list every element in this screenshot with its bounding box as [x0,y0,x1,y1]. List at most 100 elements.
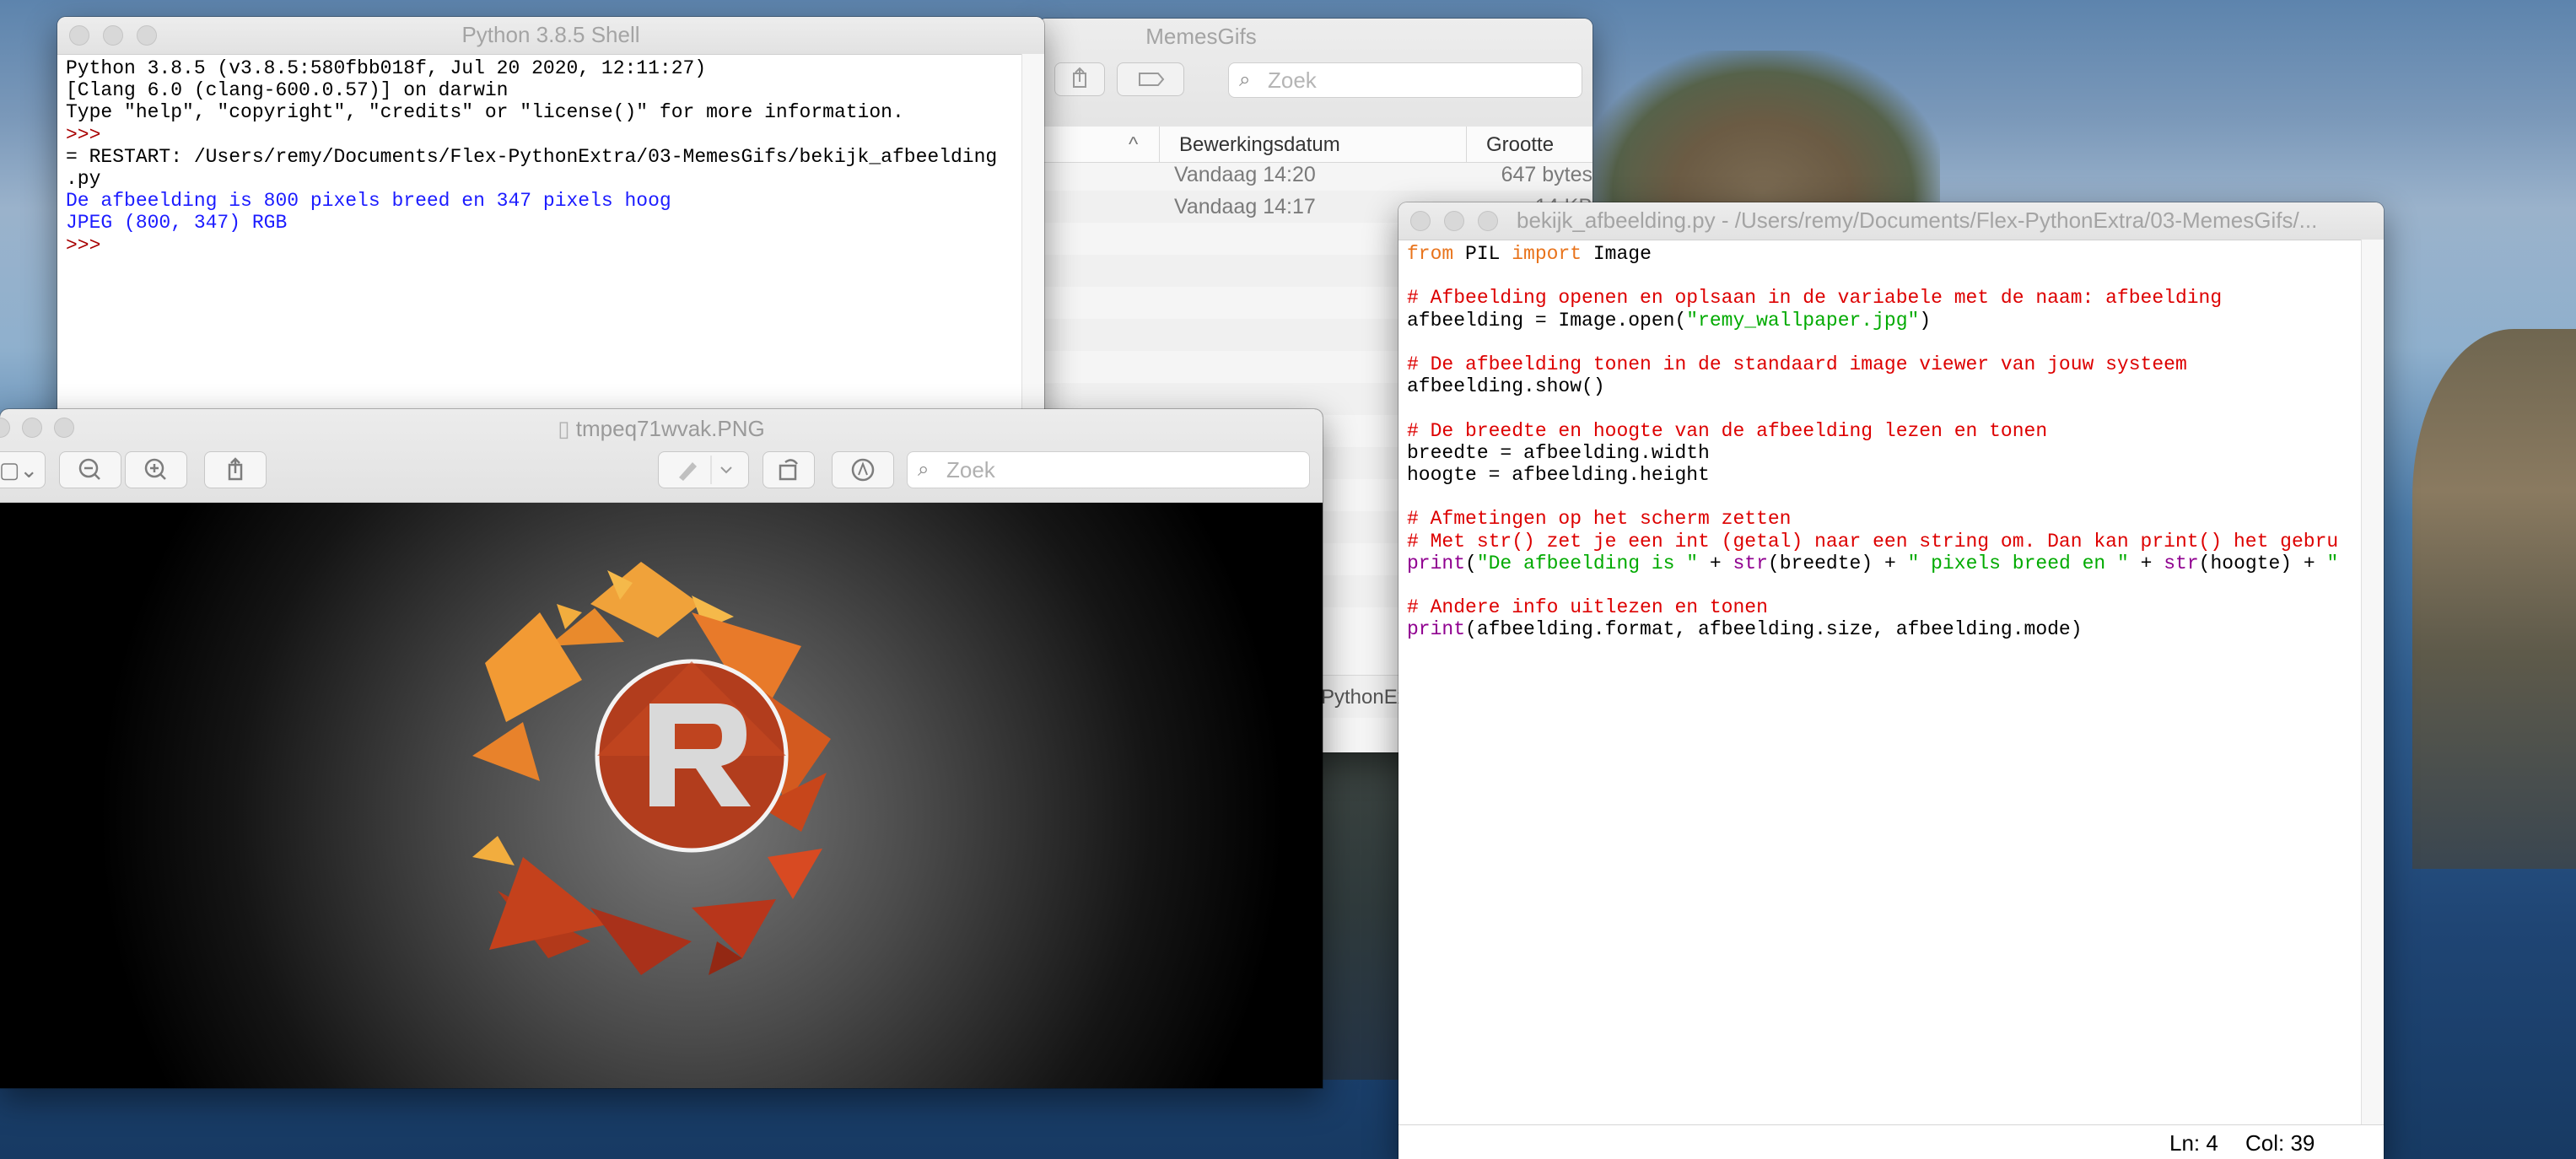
rotate-icon [779,459,798,481]
zoom-in-icon [144,458,166,480]
code-line: hoogte = afbeelding.height [1407,464,1710,487]
logo-image [472,562,831,975]
code-line: print("De afbeelding is " + str(breedte)… [1407,553,2350,574]
sidebar-toggle-button[interactable]: ▢⌄ [0,451,46,488]
code-line: from PIL import Image [1407,243,2350,265]
comment-line: # Met str() zet je een int (getal) naar … [1407,530,2339,553]
column-divider [1159,127,1160,162]
code-line: breedte = afbeelding.width [1407,441,1710,464]
shell-line: Python 3.8.5 (v3.8.5:580fbb018f, Jul 20 … [66,57,707,79]
zoom-out-icon [78,458,100,480]
finder-title: MemesGifs [1145,24,1257,49]
editor-title: bekijk_afbeelding.py - /Users/remy/Docum… [1517,208,2318,233]
sort-chevron-icon[interactable]: ^ [1129,133,1138,157]
code-text: ( [1465,552,1477,574]
comment-line: # Andere info uitlezen en tonen [1407,596,1768,619]
share-button[interactable] [1054,62,1105,96]
sidebar-icon: ▢⌄ [0,457,39,482]
code-line: print(afbeelding.format, afbeelding.size… [1407,618,2350,640]
column-indicator: Col: 39 [2245,1130,2315,1156]
tag-icon [1139,73,1165,86]
status-bar: Ln: 4 Col: 39 [1398,1124,2384,1159]
comment-line: # Afmetingen op het scherm zetten [1407,508,1792,531]
code-text: PIL [1453,243,1512,265]
comment-line: # De afbeelding tonen in de standaard im… [1407,353,2187,376]
markup-toolbar-button[interactable] [832,451,894,488]
string-literal: " [2326,552,2339,574]
shell-titlebar: Python 3.8.5 Shell [57,17,1044,55]
preview-toolbar: ▯ tmpeq71wvak.PNG ▢⌄ ⌕ Zoek [0,409,1323,503]
zoom-in-button[interactable] [125,451,187,488]
vertical-scrollbar[interactable] [1021,54,1044,456]
code-editor[interactable]: from PIL import Image # Afbeelding opene… [1407,243,2350,641]
editor-window: bekijk_afbeelding.py - /Users/remy/Docum… [1398,202,2384,1159]
column-header-size[interactable]: Grootte [1486,133,1554,157]
code-line: afbeelding = Image.open("remy_wallpaper.… [1407,310,2350,332]
code-text: Image [1582,243,1652,265]
code-text: (afbeelding.format, afbeelding.size, afb… [1465,618,2083,641]
close-button[interactable] [1410,211,1431,231]
string-literal: "De afbeelding is " [1476,552,1699,574]
shell-line: = RESTART: /Users/remy/Documents/Flex-Py… [66,145,998,168]
search-icon: ⌕ [918,458,930,481]
code-line: afbeelding.show() [1407,375,1605,398]
share-icon [228,457,243,481]
tags-button[interactable] [1117,62,1184,96]
shell-line: Type "help", "copyright", "credits" or "… [66,101,904,124]
finder-column-header: ^ Bewerkingsdatum Grootte [1037,127,1592,163]
code-text: + [2128,552,2164,574]
share-button[interactable] [204,451,267,488]
shell-prompt: >>> [66,234,113,256]
python-shell-window: Python 3.8.5 Shell Python 3.8.5 (v3.8.5:… [57,17,1044,456]
editor-titlebar: bekijk_afbeelding.py - /Users/remy/Docum… [1398,202,2384,240]
file-size: 647 bytes [1501,163,1592,186]
search-placeholder: Zoek [1268,67,1317,93]
pen-icon [679,456,732,484]
vertical-scrollbar[interactable] [2361,240,2384,1125]
builtin: str [1733,552,1768,574]
preview-window: ▯ tmpeq71wvak.PNG ▢⌄ ⌕ Zoek [0,409,1323,1088]
code-text: (hoogte) + [2198,552,2327,574]
desktop-cliff [2412,329,2576,869]
shell-line: [Clang 6.0 (clang-600.0.57)] on darwin [66,79,509,102]
code-text: ) [1919,309,1932,332]
markup-icon [851,458,875,482]
shell-output[interactable]: Python 3.8.5 (v3.8.5:580fbb018f, Jul 20 … [66,57,1019,256]
search-placeholder: Zoek [946,457,995,482]
preview-title-wrap: ▯ tmpeq71wvak.PNG [0,416,1323,442]
code-text: (breedte) + [1767,552,1908,574]
rotate-button[interactable] [763,451,815,488]
code-text: afbeelding = Image.open( [1407,309,1687,332]
minimize-button[interactable] [1444,211,1464,231]
builtin: print [1407,552,1466,574]
preview-search-input[interactable]: ⌕ Zoek [907,451,1310,488]
keyword: import [1512,243,1582,265]
shell-line: .py [66,168,101,191]
document-icon: ▯ [558,416,576,441]
column-divider [1466,127,1467,162]
builtin: str [2164,552,2199,574]
finder-search-input[interactable]: ⌕ Zoek [1228,62,1582,98]
preview-title: tmpeq71wvak.PNG [575,416,765,441]
comment-line: # Afbeelding openen en oplsaan in de var… [1407,287,2223,310]
share-icon [1073,67,1086,88]
builtin: print [1407,618,1466,641]
file-row[interactable]: Vandaag 14:20 647 bytes [1037,159,1592,191]
search-icon: ⌕ [1239,68,1251,91]
column-header-date[interactable]: Bewerkingsdatum [1179,133,1340,157]
string-literal: "remy_wallpaper.jpg" [1686,309,1920,332]
string-literal: " pixels breed en " [1907,552,2129,574]
image-canvas [0,503,1323,1088]
zoom-button[interactable] [1478,211,1498,231]
markup-pen-button[interactable] [658,451,749,488]
comment-line: # De breedte en hoogte van de afbeelding… [1407,419,2048,442]
shell-output-line: JPEG (800, 347) RGB [66,212,288,234]
file-date: Vandaag 14:17 [1174,195,1316,218]
shell-prompt: >>> [66,123,113,146]
zoom-out-button[interactable] [59,451,121,488]
code-text: + [1698,552,1733,574]
